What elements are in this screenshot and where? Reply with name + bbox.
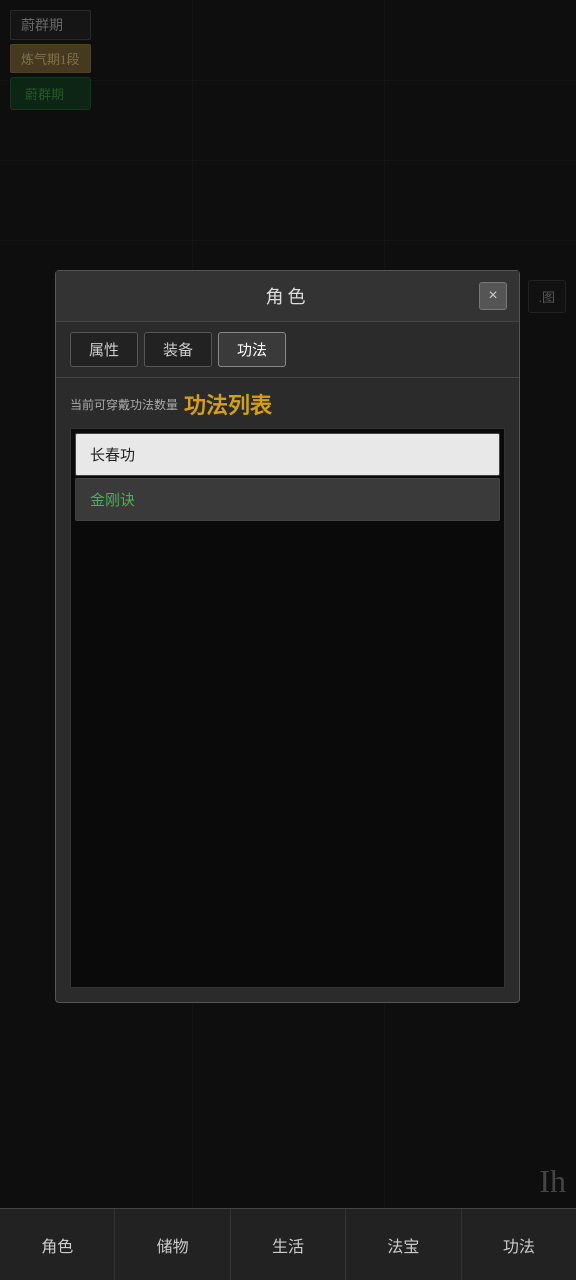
nav-treasure[interactable]: 法宝 xyxy=(346,1209,461,1280)
nav-character[interactable]: 角色 xyxy=(0,1209,115,1280)
skill-item-changchun[interactable]: 长春功 xyxy=(75,433,500,476)
tab-bar: 属性 装备 功法 xyxy=(56,322,519,378)
skill-item-jingang[interactable]: 金刚诀 xyxy=(75,478,500,521)
nav-storage[interactable]: 储物 xyxy=(115,1209,230,1280)
list-header-title: 功法列表 xyxy=(184,388,272,420)
nav-life[interactable]: 生活 xyxy=(231,1209,346,1280)
modal-body: 当前可穿戴功法数量 功法列表 长春功 金刚诀 xyxy=(56,378,519,1002)
skill-list-container[interactable]: 长春功 金刚诀 xyxy=(70,428,505,988)
bottom-nav: 角色 储物 生活 法宝 功法 xyxy=(0,1208,576,1280)
nav-skills[interactable]: 功法 xyxy=(462,1209,576,1280)
modal-close-button[interactable]: × xyxy=(479,282,507,310)
list-header-small: 当前可穿戴功法数量 xyxy=(70,396,178,413)
character-modal: 角色 × 属性 装备 功法 当前可穿戴功法数量 功法列表 长春功 金刚诀 xyxy=(55,270,520,1003)
modal-title: 角色 xyxy=(266,283,310,309)
modal-header: 角色 × xyxy=(56,271,519,322)
tab-equipment[interactable]: 装备 xyxy=(144,332,212,367)
tab-attributes[interactable]: 属性 xyxy=(70,332,138,367)
tab-skills[interactable]: 功法 xyxy=(218,332,286,367)
list-header: 当前可穿戴功法数量 功法列表 xyxy=(70,388,505,420)
